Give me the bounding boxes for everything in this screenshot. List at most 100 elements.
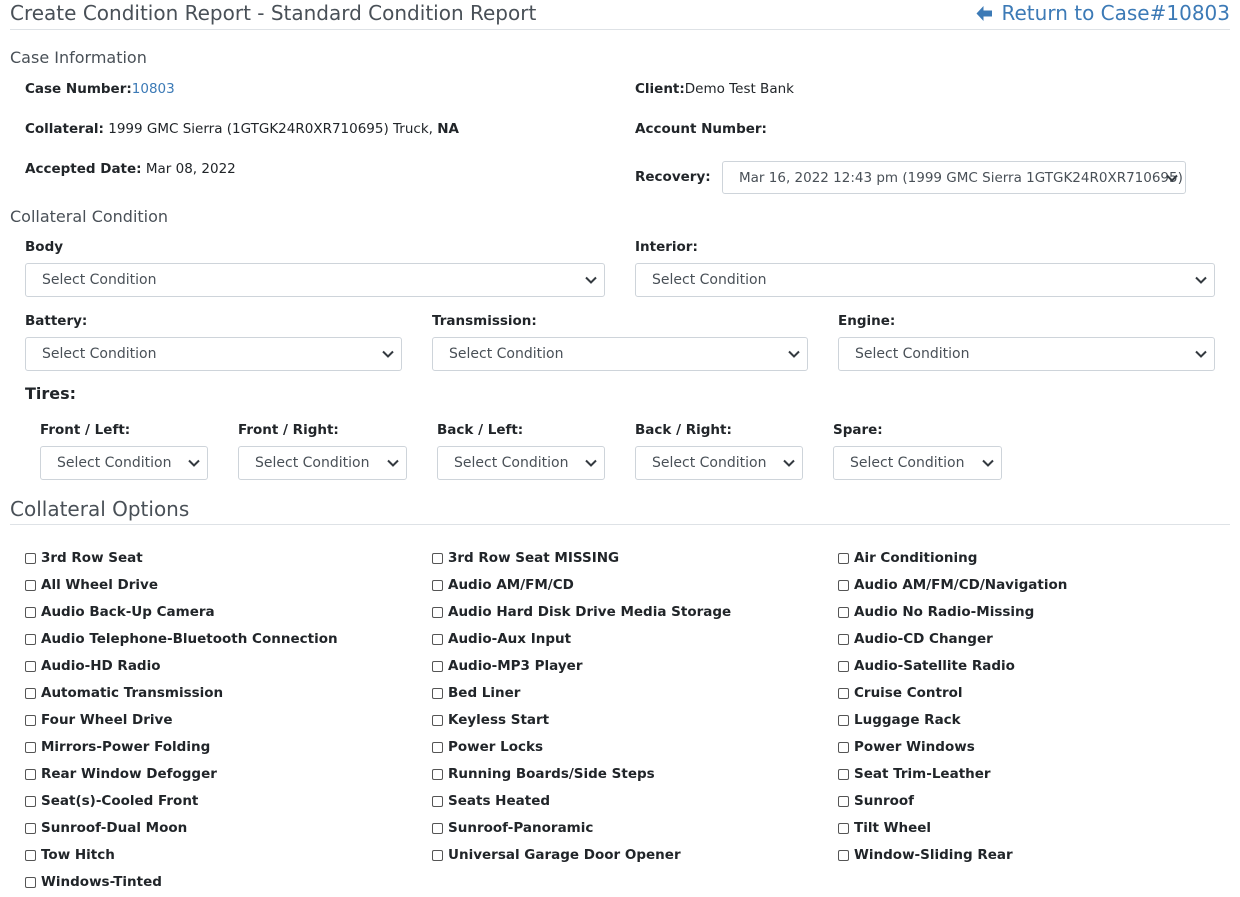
option-item[interactable]: Audio No Radio-Missing: [838, 602, 1034, 622]
interior-condition-select[interactable]: Select Condition: [635, 263, 1215, 297]
spare-select-value: Select Condition: [850, 455, 965, 471]
case-number-link[interactable]: 10803: [132, 81, 175, 97]
option-checkbox[interactable]: [25, 795, 36, 807]
option-item[interactable]: Audio-Aux Input: [432, 629, 571, 649]
option-checkbox[interactable]: [838, 768, 849, 780]
option-checkbox[interactable]: [432, 741, 443, 753]
client-label: Client:: [635, 81, 685, 97]
option-item[interactable]: Keyless Start: [432, 710, 549, 730]
option-item[interactable]: Tow Hitch: [25, 845, 115, 865]
option-label: Four Wheel Drive: [41, 712, 173, 728]
option-checkbox[interactable]: [25, 741, 36, 753]
option-item[interactable]: Cruise Control: [838, 683, 963, 703]
option-checkbox[interactable]: [838, 714, 849, 726]
option-checkbox[interactable]: [432, 849, 443, 861]
front-right-tire-select[interactable]: Select Condition: [238, 446, 407, 480]
option-checkbox[interactable]: [838, 795, 849, 807]
option-item[interactable]: Universal Garage Door Opener: [432, 845, 681, 865]
option-item[interactable]: Seats Heated: [432, 791, 550, 811]
option-checkbox[interactable]: [25, 687, 36, 699]
option-checkbox[interactable]: [432, 660, 443, 672]
option-checkbox[interactable]: [838, 579, 849, 591]
option-item[interactable]: Audio AM/FM/CD/Navigation: [838, 575, 1067, 595]
option-checkbox[interactable]: [838, 687, 849, 699]
option-checkbox[interactable]: [432, 768, 443, 780]
back-right-select-value: Select Condition: [652, 455, 767, 471]
option-item[interactable]: Mirrors-Power Folding: [25, 737, 210, 757]
option-item[interactable]: 3rd Row Seat MISSING: [432, 548, 619, 568]
option-item[interactable]: Audio AM/FM/CD: [432, 575, 574, 595]
option-item[interactable]: Air Conditioning: [838, 548, 977, 568]
option-label: Sunroof-Panoramic: [448, 820, 594, 836]
engine-condition-select[interactable]: Select Condition: [838, 337, 1215, 371]
battery-select-value: Select Condition: [42, 346, 157, 362]
back-right-tire-select[interactable]: Select Condition: [635, 446, 803, 480]
body-condition-select[interactable]: Select Condition: [25, 263, 605, 297]
option-checkbox[interactable]: [838, 660, 849, 672]
front-left-tire-select[interactable]: Select Condition: [40, 446, 208, 480]
option-checkbox[interactable]: [25, 552, 36, 564]
option-checkbox[interactable]: [838, 822, 849, 834]
option-item[interactable]: Rear Window Defogger: [25, 764, 217, 784]
option-item[interactable]: Sunroof: [838, 791, 914, 811]
option-item[interactable]: Audio-CD Changer: [838, 629, 993, 649]
engine-select-value: Select Condition: [855, 346, 970, 362]
option-checkbox[interactable]: [25, 714, 36, 726]
option-checkbox[interactable]: [838, 552, 849, 564]
option-checkbox[interactable]: [432, 687, 443, 699]
option-checkbox[interactable]: [25, 876, 36, 888]
option-item[interactable]: Audio Hard Disk Drive Media Storage: [432, 602, 731, 622]
option-checkbox[interactable]: [25, 768, 36, 780]
spare-tire-select[interactable]: Select Condition: [833, 446, 1002, 480]
option-item[interactable]: Four Wheel Drive: [25, 710, 173, 730]
options-divider: [10, 524, 1230, 525]
option-checkbox[interactable]: [25, 633, 36, 645]
battery-condition-select[interactable]: Select Condition: [25, 337, 402, 371]
recovery-select[interactable]: Mar 16, 2022 12:43 pm (1999 GMC Sierra 1…: [722, 161, 1186, 194]
option-checkbox[interactable]: [432, 822, 443, 834]
option-item[interactable]: Audio-Satellite Radio: [838, 656, 1015, 676]
interior-select-value: Select Condition: [652, 272, 767, 288]
option-item[interactable]: Sunroof-Dual Moon: [25, 818, 187, 838]
option-item[interactable]: Window-Sliding Rear: [838, 845, 1013, 865]
option-checkbox[interactable]: [25, 849, 36, 861]
option-item[interactable]: Luggage Rack: [838, 710, 961, 730]
option-item[interactable]: Seat(s)-Cooled Front: [25, 791, 198, 811]
option-checkbox[interactable]: [432, 552, 443, 564]
chevron-down-icon: [585, 276, 597, 284]
option-checkbox[interactable]: [25, 579, 36, 591]
option-checkbox[interactable]: [838, 633, 849, 645]
option-item[interactable]: Automatic Transmission: [25, 683, 223, 703]
option-checkbox[interactable]: [432, 579, 443, 591]
option-checkbox[interactable]: [432, 606, 443, 618]
option-checkbox[interactable]: [432, 795, 443, 807]
option-item[interactable]: Audio Telephone-Bluetooth Connection: [25, 629, 338, 649]
option-item[interactable]: Audio-HD Radio: [25, 656, 161, 676]
option-item[interactable]: Power Locks: [432, 737, 543, 757]
option-item[interactable]: 3rd Row Seat: [25, 548, 143, 568]
option-item[interactable]: Tilt Wheel: [838, 818, 931, 838]
option-checkbox[interactable]: [432, 714, 443, 726]
option-item[interactable]: Power Windows: [838, 737, 975, 757]
option-checkbox[interactable]: [838, 606, 849, 618]
option-item[interactable]: Bed Liner: [432, 683, 520, 703]
option-label: Audio-MP3 Player: [448, 658, 583, 674]
option-label: Mirrors-Power Folding: [41, 739, 211, 755]
option-item[interactable]: Audio-MP3 Player: [432, 656, 582, 676]
back-left-tire-select[interactable]: Select Condition: [437, 446, 605, 480]
transmission-condition-select[interactable]: Select Condition: [432, 337, 808, 371]
option-checkbox[interactable]: [25, 606, 36, 618]
option-label: Running Boards/Side Steps: [448, 766, 655, 782]
return-to-case-link[interactable]: Return to Case#10803: [975, 1, 1230, 25]
option-checkbox[interactable]: [25, 660, 36, 672]
option-item[interactable]: Windows-Tinted: [25, 872, 162, 892]
option-item[interactable]: Running Boards/Side Steps: [432, 764, 655, 784]
option-checkbox[interactable]: [838, 741, 849, 753]
option-item[interactable]: Audio Back-Up Camera: [25, 602, 215, 622]
option-checkbox[interactable]: [838, 849, 849, 861]
option-checkbox[interactable]: [432, 633, 443, 645]
option-checkbox[interactable]: [25, 822, 36, 834]
option-item[interactable]: Seat Trim-Leather: [838, 764, 991, 784]
option-item[interactable]: All Wheel Drive: [25, 575, 158, 595]
option-item[interactable]: Sunroof-Panoramic: [432, 818, 593, 838]
